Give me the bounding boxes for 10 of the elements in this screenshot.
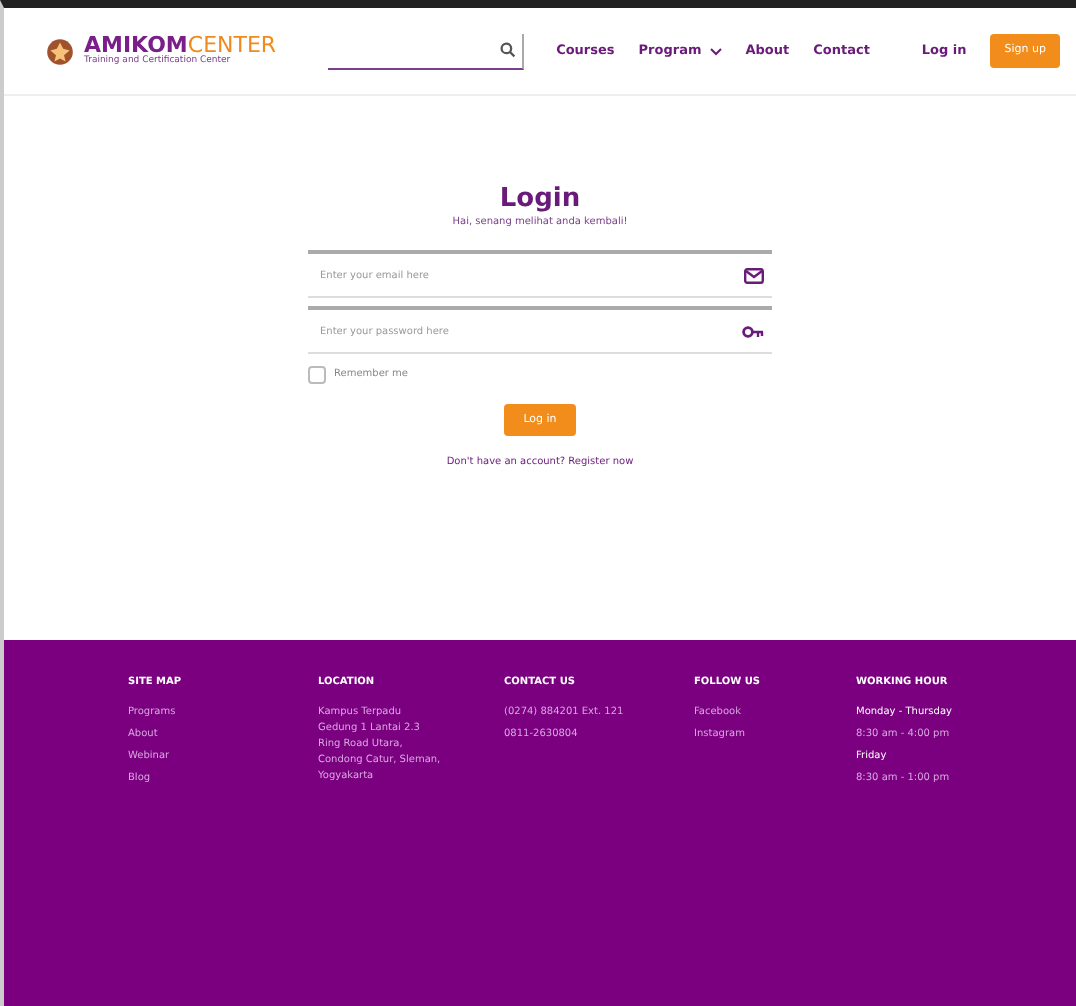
brand-name: AMIKOM xyxy=(84,33,188,56)
chevron-down-icon xyxy=(709,47,722,55)
remember-checkbox[interactable] xyxy=(308,366,326,385)
brand-name: CENTER xyxy=(187,33,277,56)
search-field[interactable] xyxy=(328,33,525,69)
key-icon xyxy=(742,325,764,338)
envelope-icon xyxy=(744,267,764,284)
logo-icon xyxy=(44,35,76,67)
search-icon[interactable] xyxy=(500,42,517,58)
form-title: Login xyxy=(499,184,581,216)
